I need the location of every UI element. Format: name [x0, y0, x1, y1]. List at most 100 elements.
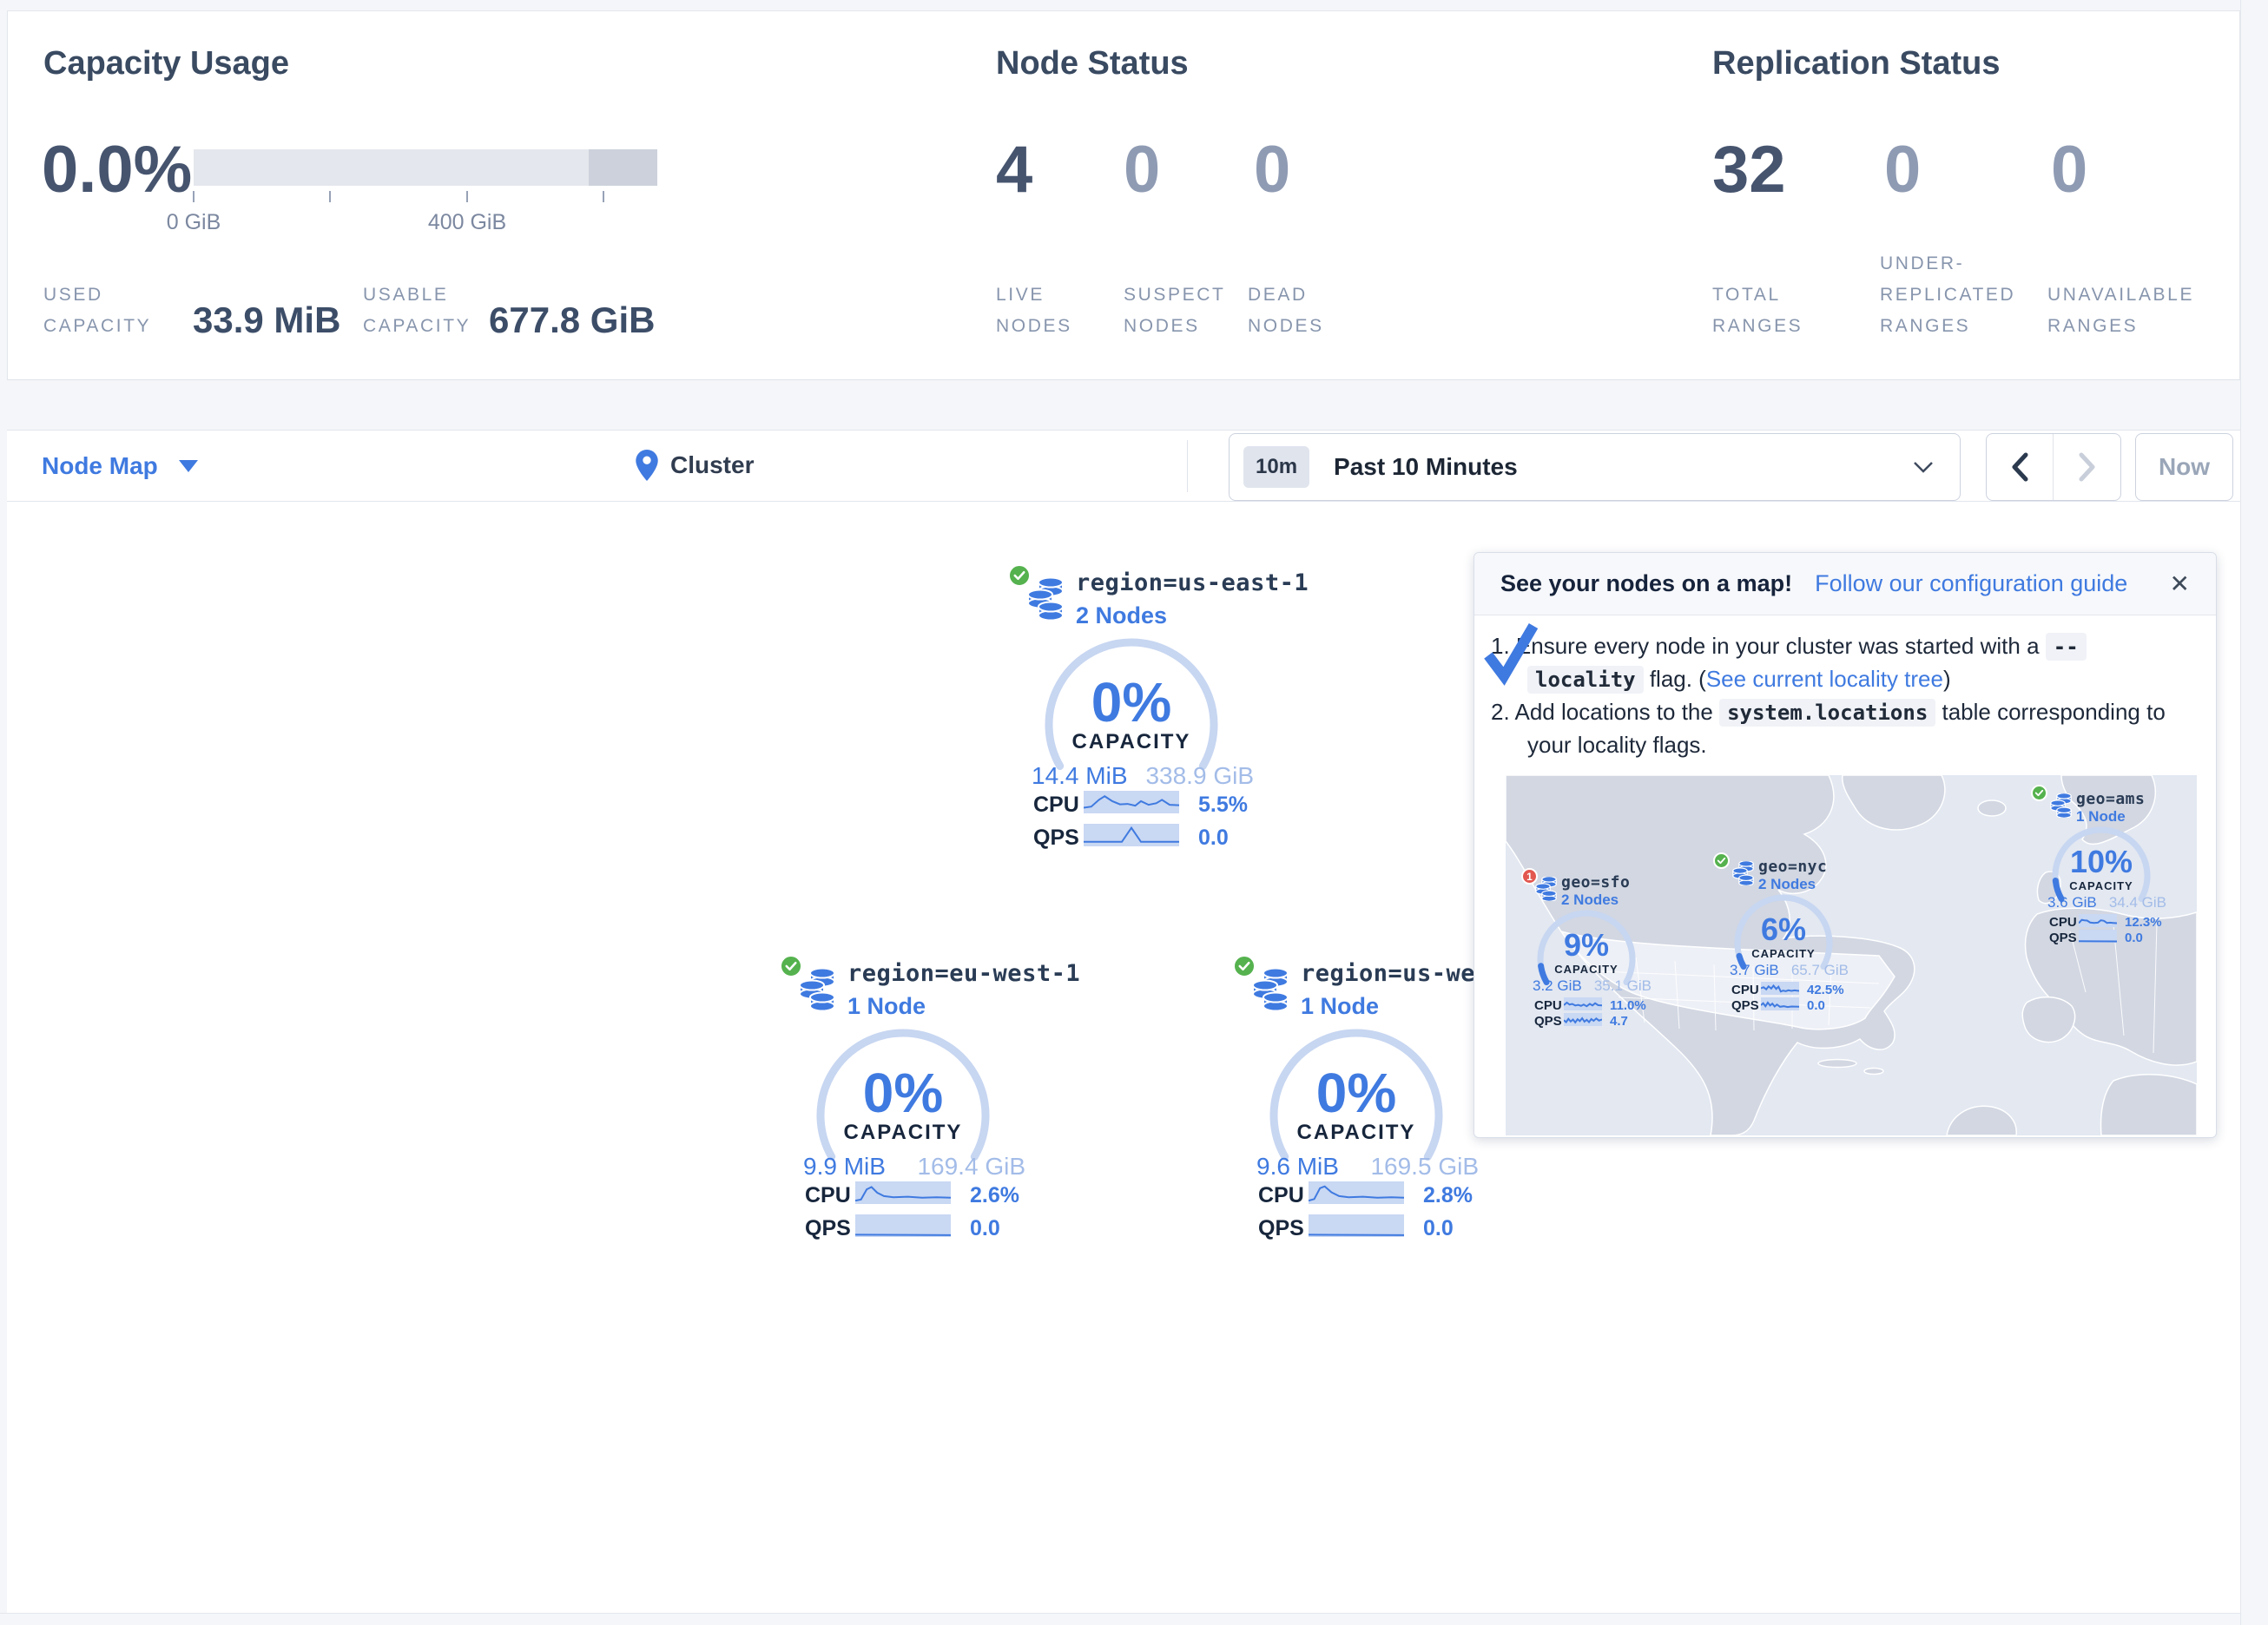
qps-label: QPS: [1534, 1014, 1562, 1029]
used-value: 14.4 MiB: [1032, 762, 1128, 790]
geo-node-count-link[interactable]: 1 Node: [2076, 808, 2126, 826]
healthy-status-icon: [1233, 955, 1256, 977]
gauge-values: 9.9 MiB 169.4 GiB: [803, 1153, 1025, 1181]
qps-sparkline: [2079, 930, 2117, 943]
region-node-count-link[interactable]: 1 Node: [847, 993, 926, 1020]
configuration-guide-link[interactable]: Follow our configuration guide: [1815, 570, 2127, 597]
chevron-down-icon: [1913, 461, 1934, 473]
capacity-usage-title: Capacity Usage: [43, 45, 289, 82]
qps-value: 4.7: [1610, 1014, 1628, 1029]
cpu-value: 2.8%: [1423, 1183, 1473, 1208]
suspect-nodes-count: 0: [1124, 132, 1160, 207]
cpu-value: 5.5%: [1198, 793, 1248, 818]
region-node-count-link[interactable]: 2 Nodes: [1076, 602, 1167, 629]
geo-node-count-link[interactable]: 2 Nodes: [1758, 876, 1816, 893]
qps-value: 0.0: [1807, 998, 1825, 1013]
gauge-values: 3.7 GiB 65.7 GiB: [1730, 962, 1849, 979]
code-chip: system.locations: [1719, 699, 1935, 727]
gauge-values: 14.4 MiB 338.9 GiB: [1032, 762, 1254, 790]
cpu-value: 42.5%: [1807, 983, 1844, 997]
used-value: 3.6 GiB: [2047, 894, 2097, 911]
qps-value: 0.0: [1198, 826, 1229, 851]
breadcrumb-label[interactable]: Cluster: [670, 451, 754, 479]
toolbar-divider: [1187, 440, 1188, 492]
unavailable-count: 0: [2051, 132, 2087, 207]
time-back-button[interactable]: [1987, 434, 2054, 500]
gauge-percent: 10%: [2045, 844, 2158, 880]
page-right-gutter: [2240, 0, 2268, 1625]
gauge-values: 9.6 MiB 169.5 GiB: [1256, 1153, 1479, 1181]
usable-value: 65.7 GiB: [1791, 962, 1849, 979]
popup-step-2: 2. Add locations to the system.locations…: [1491, 699, 2166, 726]
database-nodes-icon[interactable]: [1250, 969, 1290, 1010]
usable-value: 169.4 GiB: [917, 1153, 1025, 1181]
dead-nodes-count: 0: [1254, 132, 1290, 207]
view-mode-label[interactable]: Node Map: [42, 452, 158, 480]
cpu-sparkline: [1761, 982, 1799, 995]
qps-sparkline: [1309, 1214, 1404, 1237]
popup-header: See your nodes on a map! Follow our conf…: [1474, 553, 2216, 615]
cpu-label: CPU: [1033, 793, 1079, 818]
gauge-percent: 0%: [1027, 670, 1236, 734]
qps-sparkline: [1564, 1013, 1602, 1026]
replication-status-title: Replication Status: [1712, 45, 2001, 82]
gauge-capacity-label: CAPACITY: [1252, 1121, 1460, 1145]
database-nodes-icon[interactable]: [2049, 793, 2073, 818]
geo-locality-label: geo=sfo: [1561, 873, 1630, 891]
healthy-status-icon: [2031, 785, 2047, 801]
usable-value: 338.9 GiB: [1145, 762, 1254, 790]
qps-label: QPS: [1258, 1216, 1304, 1241]
time-forward-button[interactable]: [2054, 434, 2120, 500]
gauge-percent: 9%: [1530, 927, 1643, 964]
cpu-value: 12.3%: [2125, 915, 2162, 930]
healthy-status-icon: [780, 955, 802, 977]
gauge-values: 3.6 GiB 34.4 GiB: [2047, 894, 2166, 911]
usable-capacity-label: USABLE CAPACITY: [363, 280, 471, 342]
usable-value: 35.1 GiB: [1594, 977, 1652, 995]
usable-value: 34.4 GiB: [2109, 894, 2166, 911]
gauge-capacity-label: CAPACITY: [1027, 730, 1236, 754]
database-nodes-icon[interactable]: [797, 969, 837, 1010]
qps-sparkline: [1084, 824, 1179, 846]
popup-step-2b: your locality flags.: [1527, 732, 1707, 759]
qps-sparkline: [1761, 997, 1799, 1010]
region-locality-label[interactable]: region=us-east-1: [1076, 569, 1309, 596]
time-range-select[interactable]: 10m Past 10 Minutes: [1229, 433, 1961, 501]
step-done-check-icon: [1482, 619, 1539, 687]
capacity-axis-tick: [603, 191, 604, 202]
capacity-bar-other-segment: [589, 149, 657, 186]
cpu-label: CPU: [2049, 915, 2077, 930]
database-nodes-icon[interactable]: [1534, 877, 1558, 901]
close-icon[interactable]: ✕: [2170, 569, 2190, 598]
time-nav-buttons: [1986, 433, 2121, 501]
total-ranges-count: 32: [1712, 132, 1786, 207]
suspect-nodes-label: SUSPECTNODES: [1124, 280, 1225, 342]
caret-down-icon: [179, 460, 198, 472]
geo-locality-label: geo=nyc: [1758, 858, 1827, 876]
view-mode-dropdown[interactable]: Node Map: [42, 452, 198, 480]
qps-sparkline: [855, 1214, 951, 1237]
now-button[interactable]: Now: [2135, 433, 2233, 501]
gauge-capacity-label: CAPACITY: [799, 1121, 1007, 1145]
used-capacity-label: USED CAPACITY: [43, 280, 151, 342]
region-node-count-link[interactable]: 1 Node: [1301, 993, 1379, 1020]
usable-capacity-value: 677.8 GiB: [489, 299, 655, 341]
capacity-axis-label-400: 400 GiB: [415, 210, 519, 235]
locality-tree-link[interactable]: See current locality tree: [1706, 666, 1943, 692]
qps-value: 0.0: [1423, 1216, 1454, 1241]
qps-label: QPS: [805, 1216, 851, 1241]
breadcrumb[interactable]: Cluster: [636, 450, 754, 481]
chevron-right-icon: [2078, 452, 2097, 482]
live-nodes-label: LIVENODES: [996, 280, 1072, 342]
cpu-sparkline: [1564, 997, 1602, 1010]
time-range-badge: 10m: [1243, 446, 1309, 488]
healthy-status-icon: [1713, 852, 1730, 869]
qps-value: 0.0: [970, 1216, 1000, 1241]
popup-title: See your nodes on a map!: [1500, 570, 1792, 597]
geo-node-count-link[interactable]: 2 Nodes: [1561, 891, 1619, 909]
database-nodes-icon[interactable]: [1025, 578, 1065, 620]
total-ranges-label: TOTALRANGES: [1712, 280, 1803, 342]
region-locality-label[interactable]: region=eu-west-1: [847, 960, 1080, 987]
database-nodes-icon[interactable]: [1731, 861, 1755, 885]
used-value: 9.9 MiB: [803, 1153, 886, 1181]
